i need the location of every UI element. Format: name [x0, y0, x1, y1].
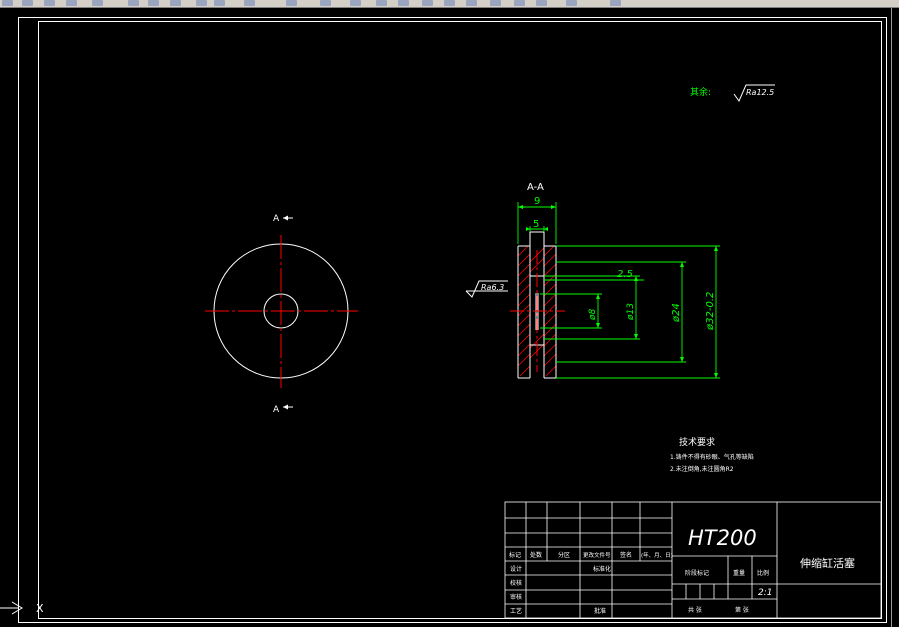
- weight-label: 重量: [733, 569, 745, 577]
- dim-width-total: 9: [534, 196, 540, 207]
- cut-marker-bottom-arrow: [283, 404, 288, 410]
- section-label: A-A: [527, 182, 544, 193]
- cut-marker-bottom: A: [273, 405, 280, 415]
- row-review: 审核: [510, 593, 522, 601]
- dim-dia-24: ø24: [671, 303, 682, 323]
- header-count: 处数: [530, 551, 542, 559]
- row-process: 工艺: [510, 607, 522, 615]
- cut-marker-top-arrow: [283, 215, 288, 221]
- row-check: 校核: [510, 579, 522, 587]
- header-change-doc: 更改文件号: [583, 551, 611, 559]
- approve-label: 批准: [594, 607, 606, 615]
- header-sign: 签名: [620, 551, 632, 559]
- scale-value: 2:1: [758, 588, 772, 598]
- viewport-right-scroll-edge[interactable]: [891, 8, 899, 627]
- sheets-total-label: 共 张: [688, 606, 702, 614]
- dim-dia-8: ø8: [588, 308, 598, 321]
- header-date: (年、月、日): [641, 551, 673, 559]
- material-label: HT200: [688, 526, 757, 550]
- roughness-other-value: Ra12.5: [746, 88, 774, 97]
- dim-width-inner: 5: [533, 219, 539, 230]
- dim-dia-32: ø32-0.2: [705, 292, 716, 331]
- front-view: A A: [205, 214, 358, 415]
- dim-offset: 2.5: [617, 269, 633, 280]
- cad-drawing[interactable]: A A A-A 9 5 2.5 ø8 ø13 ø24 ø32-0.2 Ra6.3…: [0, 0, 899, 627]
- standardization-label: 标准化: [593, 565, 611, 573]
- ratio-label: 比例: [757, 569, 769, 577]
- stage-mark-label: 阶段标记: [685, 569, 709, 577]
- dim-dia-13: ø13: [626, 303, 636, 321]
- header-mark: 标记: [509, 551, 521, 559]
- header-zone: 分区: [558, 551, 570, 559]
- row-design: 设计: [510, 565, 522, 573]
- sheet-number-label: 第 张: [735, 606, 749, 614]
- roughness-other-prefix: 其余:: [690, 86, 711, 98]
- part-name: 伸缩缸活塞: [800, 556, 855, 570]
- tech-req-title: 技术要求: [679, 436, 715, 448]
- cut-marker-top: A: [273, 214, 280, 224]
- tech-req-line2: 2.未注倒角,未注圆角R2: [670, 465, 734, 473]
- ucs-x-label: X: [36, 602, 44, 615]
- roughness-face-value: Ra6.3: [481, 283, 504, 292]
- section-view: A-A 9 5 2.5 ø8 ø13 ø24 ø32-0.2 Ra6.3: [465, 182, 720, 379]
- tech-req-line1: 1.铸件不得有砂眼、气孔等缺陷: [670, 453, 754, 461]
